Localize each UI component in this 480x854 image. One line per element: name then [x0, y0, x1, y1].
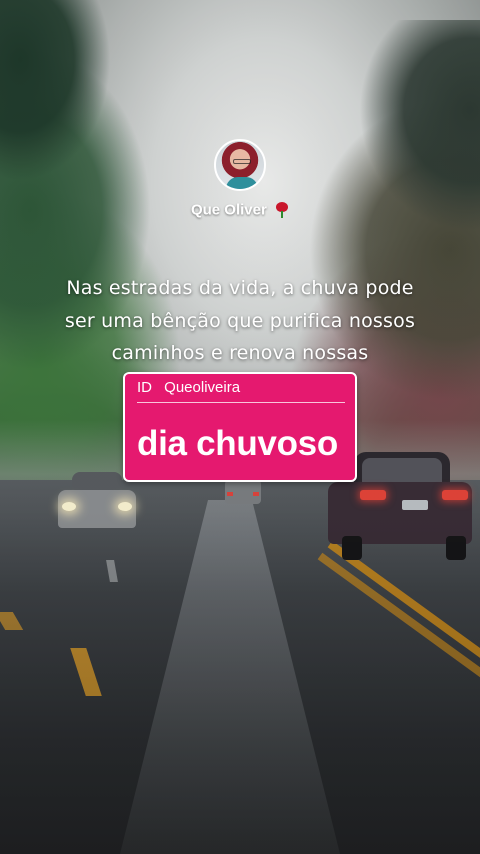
sticker-id-value: Queoliveira [164, 379, 241, 396]
sticker-title: dia chuvoso [137, 424, 338, 463]
profile-name[interactable]: Que Oliver [0, 201, 480, 219]
shirt-detail [226, 177, 258, 189]
quote-line: ser uma bênção que purifica nossos [64, 309, 416, 332]
sticker-header: ID Queoliveira [137, 379, 345, 403]
rose-icon [275, 202, 289, 219]
quote-line: Nas estradas da vida, a chuva pode [66, 277, 414, 299]
sticker-id-label: ID [137, 379, 152, 396]
glasses-detail [233, 159, 251, 164]
id-sticker[interactable]: ID Queoliveira dia chuvoso [123, 372, 357, 482]
quote-line: caminhos e renova nossas [111, 342, 369, 364]
profile-name-text: Que Oliver [190, 201, 267, 219]
avatar[interactable] [214, 139, 266, 191]
